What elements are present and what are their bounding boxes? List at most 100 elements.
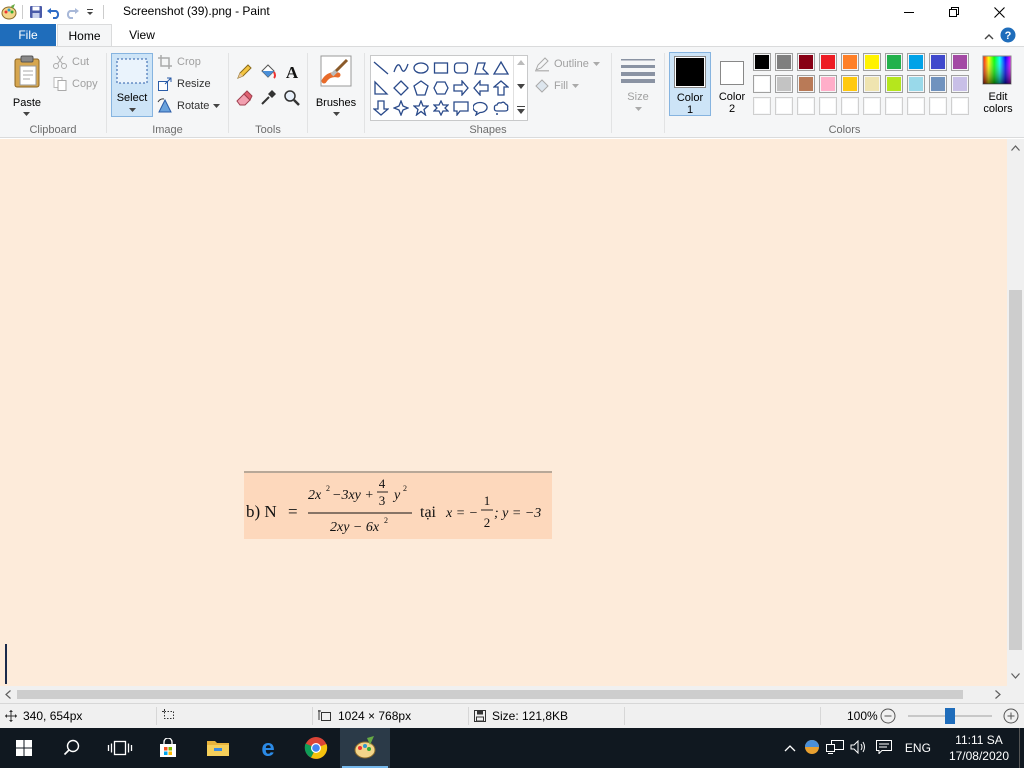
rectangle-callout-shape-icon[interactable]: [451, 98, 471, 118]
paint-app-icon[interactable]: [0, 3, 18, 21]
save-icon[interactable]: [27, 3, 45, 21]
network-status[interactable]: [823, 739, 847, 757]
palette-swatch[interactable]: [753, 75, 771, 93]
color-picker-tool[interactable]: [259, 89, 277, 110]
zoom-out-button[interactable]: [880, 708, 896, 724]
rotate-button[interactable]: Rotate: [157, 97, 221, 115]
search-button[interactable]: [48, 728, 96, 768]
cut-button[interactable]: Cut: [52, 53, 89, 71]
down-arrow-shape-icon[interactable]: [371, 98, 391, 118]
vertical-scroll-thumb[interactable]: [1009, 290, 1022, 650]
palette-swatch[interactable]: [863, 53, 881, 71]
size-button[interactable]: Size: [618, 53, 658, 119]
palette-swatch[interactable]: [885, 53, 903, 71]
canvas-workspace[interactable]: b) N = 2x 2 −3xy + 4 3 y 2 2xy − 6x 2 tạ…: [0, 139, 1007, 686]
palette-swatch[interactable]: [885, 97, 903, 115]
up-arrow-shape-icon[interactable]: [491, 78, 511, 98]
palette-swatch[interactable]: [841, 75, 859, 93]
palette-swatch[interactable]: [775, 97, 793, 115]
palette-swatch[interactable]: [797, 53, 815, 71]
palette-swatch[interactable]: [863, 97, 881, 115]
cloud-callout-shape-icon[interactable]: [491, 98, 511, 118]
scroll-left-arrow-icon[interactable]: [5, 690, 11, 699]
text-tool[interactable]: A: [283, 63, 301, 84]
tray-app-icon[interactable]: [801, 739, 823, 758]
right-triangle-shape-icon[interactable]: [371, 78, 391, 98]
pencil-tool[interactable]: [235, 63, 253, 84]
palette-swatch[interactable]: [951, 75, 969, 93]
input-language[interactable]: ENG: [897, 741, 939, 755]
paint-app[interactable]: [340, 728, 390, 768]
outline-button[interactable]: Outline: [534, 55, 600, 73]
magnifier-tool[interactable]: [283, 89, 301, 110]
brushes-button[interactable]: Brushes: [312, 53, 360, 117]
palette-swatch[interactable]: [841, 53, 859, 71]
fill-tool[interactable]: [259, 63, 277, 84]
palette-swatch[interactable]: [929, 75, 947, 93]
palette-swatch[interactable]: [819, 53, 837, 71]
edge-app[interactable]: e: [244, 728, 292, 768]
customize-qat-icon[interactable]: [81, 3, 99, 21]
oval-callout-shape-icon[interactable]: [471, 98, 491, 118]
scroll-down-arrow-icon[interactable]: [1011, 673, 1020, 679]
rectangle-shape-icon[interactable]: [431, 58, 451, 78]
edit-colors-button[interactable]: Edit colors: [977, 53, 1019, 119]
eraser-tool[interactable]: [235, 89, 253, 110]
color1-button[interactable]: Color 1: [669, 52, 711, 116]
palette-swatch[interactable]: [753, 97, 771, 115]
palette-swatch[interactable]: [907, 75, 925, 93]
tab-home[interactable]: Home: [57, 24, 112, 47]
crop-button[interactable]: Crop: [157, 53, 201, 71]
palette-swatch[interactable]: [775, 53, 793, 71]
palette-swatch[interactable]: [753, 53, 771, 71]
zoom-slider-thumb[interactable]: [945, 708, 955, 724]
help-icon[interactable]: ?: [1000, 27, 1016, 46]
palette-swatch[interactable]: [819, 97, 837, 115]
four-point-star-shape-icon[interactable]: [391, 98, 411, 118]
palette-swatch[interactable]: [797, 97, 815, 115]
show-hidden-icons[interactable]: [779, 741, 801, 755]
undo-icon[interactable]: [45, 3, 63, 21]
paste-button[interactable]: Paste: [8, 53, 46, 119]
shapes-gallery-scroll[interactable]: [513, 56, 527, 120]
action-center[interactable]: [871, 739, 897, 757]
clock[interactable]: 11:11 SA 17/08/2020: [939, 732, 1019, 764]
start-button[interactable]: [0, 728, 48, 768]
tab-view[interactable]: View: [116, 24, 168, 46]
palette-swatch[interactable]: [951, 53, 969, 71]
chrome-app[interactable]: [292, 728, 340, 768]
scroll-right-arrow-icon[interactable]: [995, 690, 1001, 699]
palette-swatch[interactable]: [907, 97, 925, 115]
diamond-shape-icon[interactable]: [391, 78, 411, 98]
palette-swatch[interactable]: [929, 53, 947, 71]
five-point-star-shape-icon[interactable]: [411, 98, 431, 118]
palette-swatch[interactable]: [951, 97, 969, 115]
palette-swatch[interactable]: [819, 75, 837, 93]
triangle-shape-icon[interactable]: [491, 58, 511, 78]
palette-swatch[interactable]: [907, 53, 925, 71]
show-desktop-button[interactable]: [1019, 728, 1024, 768]
left-arrow-shape-icon[interactable]: [471, 78, 491, 98]
color2-button[interactable]: Color 2: [713, 52, 751, 116]
right-arrow-shape-icon[interactable]: [451, 78, 471, 98]
close-button[interactable]: [976, 0, 1022, 24]
curve-shape-icon[interactable]: [391, 58, 411, 78]
minimize-button[interactable]: [886, 0, 932, 24]
palette-swatch[interactable]: [885, 75, 903, 93]
oval-shape-icon[interactable]: [411, 58, 431, 78]
volume-control[interactable]: [847, 739, 871, 757]
resize-button[interactable]: Resize: [157, 75, 211, 93]
rounded-rectangle-shape-icon[interactable]: [451, 58, 471, 78]
tab-file[interactable]: File: [0, 24, 56, 46]
scroll-up-arrow-icon[interactable]: [1011, 145, 1020, 151]
restore-button[interactable]: [931, 0, 977, 24]
zoom-in-button[interactable]: [1003, 708, 1019, 724]
line-shape-icon[interactable]: [371, 58, 391, 78]
palette-swatch[interactable]: [775, 75, 793, 93]
store-app[interactable]: [144, 728, 192, 768]
hexagon-shape-icon[interactable]: [431, 78, 451, 98]
polygon-shape-icon[interactable]: [471, 58, 491, 78]
redo-icon[interactable]: [63, 3, 81, 21]
six-point-star-shape-icon[interactable]: [431, 98, 451, 118]
palette-swatch[interactable]: [841, 97, 859, 115]
